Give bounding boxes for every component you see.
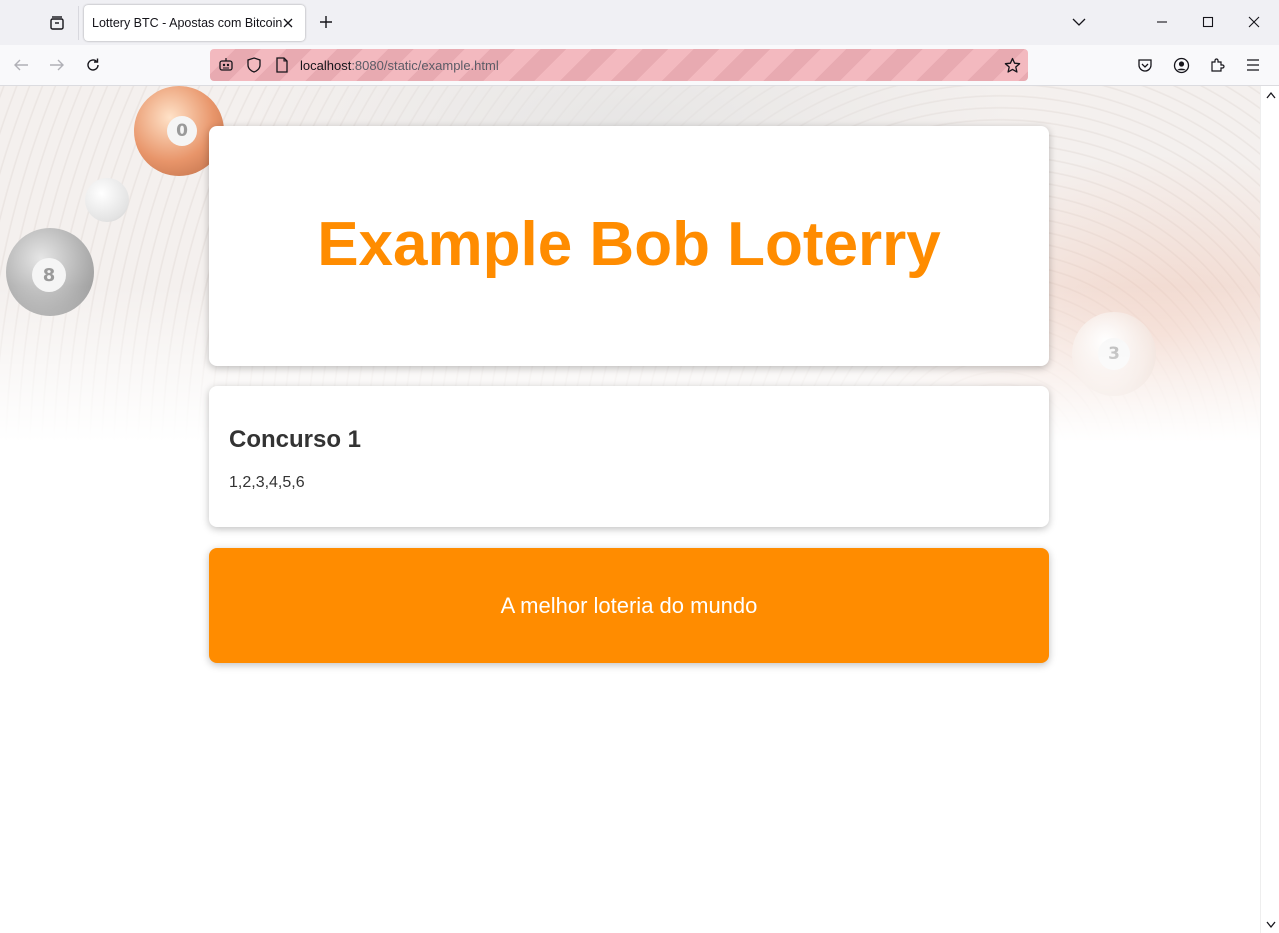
tab-active[interactable]: Lottery BTC - Apostas com Bitcoin: [84, 5, 305, 41]
minimize-icon[interactable]: [1149, 10, 1175, 34]
page-icon[interactable]: [273, 56, 291, 74]
close-icon[interactable]: [279, 14, 297, 32]
url-host: localhost: [300, 58, 352, 73]
contest-card: Concurso 1 1,2,3,4,5,6: [209, 386, 1049, 527]
shield-icon[interactable]: [245, 56, 263, 74]
plus-icon[interactable]: [315, 11, 337, 33]
account-icon[interactable]: [1168, 53, 1194, 77]
star-icon[interactable]: [1003, 56, 1021, 74]
navigation-toolbar: localhost:8080/static/example.html: [0, 45, 1279, 86]
tab-strip: Lottery BTC - Apostas com Bitcoin: [0, 0, 1279, 46]
ball-number: 0: [167, 116, 197, 146]
url-bar[interactable]: localhost:8080/static/example.html: [210, 49, 1028, 81]
header-card: Example Bob Loterry: [209, 126, 1049, 366]
chevron-down-icon[interactable]: [1066, 10, 1092, 34]
tab-separator: [78, 6, 79, 40]
back-arrow-icon[interactable]: [8, 53, 34, 77]
scroll-up-icon[interactable]: [1265, 89, 1276, 100]
contest-title: Concurso 1: [229, 426, 362, 453]
hamburger-menu-icon[interactable]: [1240, 53, 1266, 77]
footer-text: A melhor loteria do mundo: [500, 593, 758, 618]
reload-icon[interactable]: [80, 53, 106, 77]
url-text[interactable]: localhost:8080/static/example.html: [300, 58, 499, 73]
url-path: :8080/static/example.html: [351, 58, 499, 73]
page-title: Example Bob Loterry: [317, 210, 941, 279]
vertical-scrollbar[interactable]: [1260, 86, 1279, 933]
list-all-tabs-icon[interactable]: [44, 10, 70, 36]
scroll-down-icon[interactable]: [1265, 919, 1276, 930]
lottery-ball-decoration: [85, 178, 129, 222]
page-viewport: 0 8 3 Example Bob Loterry Concurso 1 1,2…: [0, 86, 1260, 933]
puzzle-icon[interactable]: [1204, 53, 1230, 77]
footer-banner: A melhor loteria do mundo: [209, 548, 1049, 663]
robot-icon[interactable]: [217, 56, 235, 74]
maximize-icon[interactable]: [1195, 10, 1221, 34]
pocket-icon[interactable]: [1132, 53, 1158, 77]
forward-arrow-icon[interactable]: [44, 53, 70, 77]
tab-title: Lottery BTC - Apostas com Bitcoin: [92, 16, 283, 30]
contest-numbers: 1,2,3,4,5,6: [229, 474, 305, 491]
close-window-icon[interactable]: [1241, 10, 1267, 34]
